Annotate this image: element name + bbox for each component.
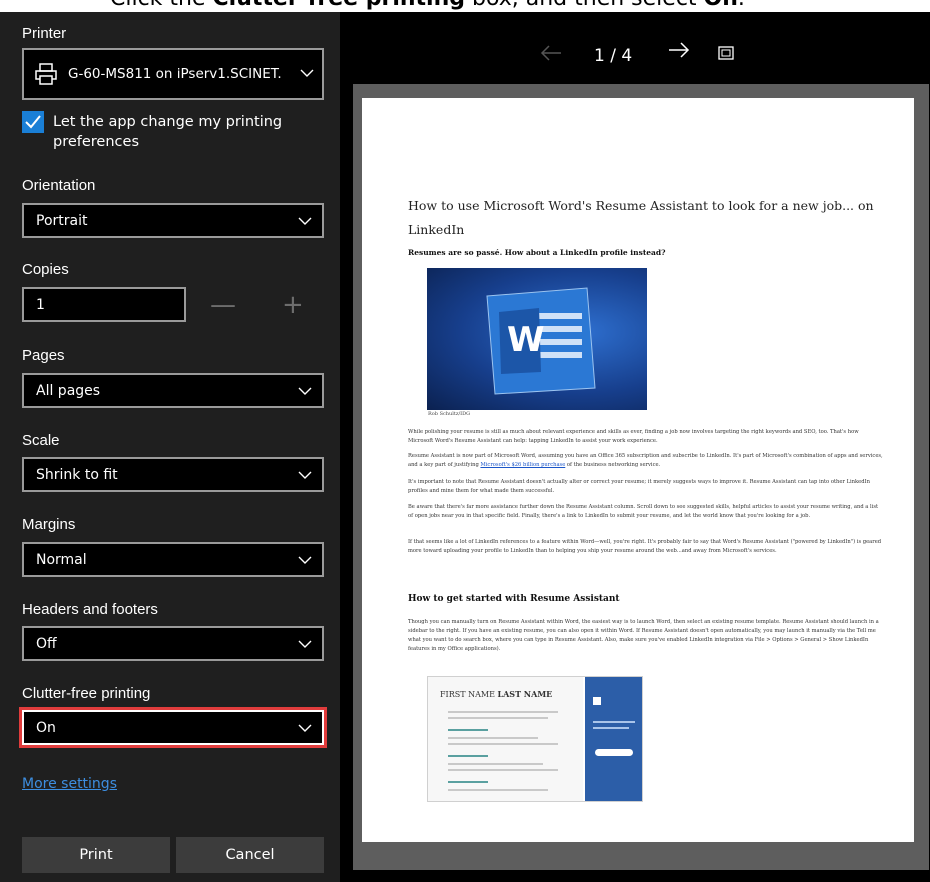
document-subtitle: Resumes are so passé. How about a Linked… [408,248,666,257]
pages-label: Pages [22,347,65,364]
page-indicator: 1 / 4 [594,46,633,66]
pages-value: All pages [36,382,101,399]
preview-page: How to use Microsoft Word's Resume Assis… [362,98,914,842]
caption-target: Clutter-free printing [213,0,465,11]
document-title: How to use Microsoft Word's Resume Assis… [408,198,874,237]
paragraph-2-link[interactable]: Microsoft's $26 billion purchase [480,462,565,468]
orientation-value: Portrait [36,212,88,229]
resume-last-name: LAST NAME [497,689,553,699]
margins-dropdown[interactable]: Normal [22,542,324,577]
margins-label: Margins [22,516,76,533]
checkmark-icon [25,115,41,129]
caption-prefix: Click the [110,0,213,11]
paragraph-2-text-b: of the business networking service. [565,462,661,468]
print-preview-area: 1 / 4 How to use Microsoft Word's Resume… [340,12,930,882]
image-credit: Rob Schultz/IDG [428,411,471,417]
cancel-button[interactable]: Cancel [176,837,324,873]
let-app-change-label: Let the app change my printing preferenc… [53,114,283,150]
scale-label: Scale [22,432,60,449]
resume-assistant-screenshot: FIRST NAME LAST NAME [427,676,643,802]
copies-decrement-button[interactable]: — [210,290,236,320]
clutter-free-value: On [36,719,56,736]
clutter-free-label: Clutter-free printing [22,685,151,702]
copies-input[interactable]: 1 [22,287,186,322]
preview-frame: How to use Microsoft Word's Resume Assis… [353,84,929,870]
paragraph-4: Be aware that there's far more assistanc… [408,504,879,519]
arrow-left-icon [540,45,561,61]
resume-name: FIRST NAME LAST NAME [440,689,552,699]
scale-dropdown[interactable]: Shrink to fit [22,457,324,492]
scale-value: Shrink to fit [36,466,118,483]
document-heading-2: How to get started with Resume Assistant [408,594,620,604]
more-settings-link[interactable]: More settings [22,776,117,792]
paragraph-2: Resume Assistant is now part of Microsof… [408,452,883,470]
margins-value: Normal [36,551,87,568]
instruction-caption: Click the Clutter-free printing box, and… [0,0,930,12]
fit-page-icon [718,46,734,60]
chevron-down-icon [298,214,312,230]
clutter-free-dropdown[interactable]: On [19,707,327,748]
printer-icon [34,62,58,90]
resume-first-name: FIRST NAME [440,690,498,699]
headers-footers-label: Headers and footers [22,601,158,618]
headers-footers-dropdown[interactable]: Off [22,626,324,661]
orientation-label: Orientation [22,177,96,194]
chevron-down-icon [298,384,312,400]
chevron-down-icon [300,66,314,82]
word-logo-image: W [427,268,647,410]
print-settings-panel: Printer G-60-MS811 on iPserv1.SCINET. Le… [0,12,340,882]
printer-label: Printer [22,25,67,42]
paragraph-3: It's important to note that Resume Assis… [408,479,870,494]
printer-dropdown[interactable]: G-60-MS811 on iPserv1.SCINET. [22,48,324,100]
paragraph-1: While polishing your resume is still as … [408,429,859,444]
printer-value: G-60-MS811 on iPserv1.SCINET. [68,66,282,82]
next-page-button[interactable] [668,42,690,72]
print-button[interactable]: Print [22,837,170,873]
let-app-change-checkbox[interactable] [22,111,44,133]
arrow-right-icon [669,42,690,58]
chevron-down-icon [298,553,312,569]
copies-label: Copies [22,261,69,278]
chevron-down-icon [298,468,312,484]
chevron-down-icon [298,721,312,737]
caption-middle: box, and then select [465,0,704,11]
orientation-dropdown[interactable]: Portrait [22,203,324,238]
resume-document-thumbnail: FIRST NAME LAST NAME [428,677,583,801]
resume-assistant-sidebar [585,677,642,801]
chevron-down-icon [298,637,312,653]
previous-page-button[interactable] [540,42,562,72]
caption-option: On [704,0,738,11]
caption-suffix: . [738,0,745,11]
pages-dropdown[interactable]: All pages [22,373,324,408]
paragraph-6: Though you can manually turn on Resume A… [408,619,879,652]
copies-increment-button[interactable]: + [282,290,304,320]
copies-value: 1 [36,296,45,313]
headers-footers-value: Off [36,635,57,652]
paragraph-5: If that seems like a lot of LinkedIn ref… [408,539,882,554]
instruction-text: Click the Clutter-free printing box, and… [110,0,745,11]
fit-page-button[interactable] [718,45,734,75]
word-logo-letter: W [507,320,545,360]
